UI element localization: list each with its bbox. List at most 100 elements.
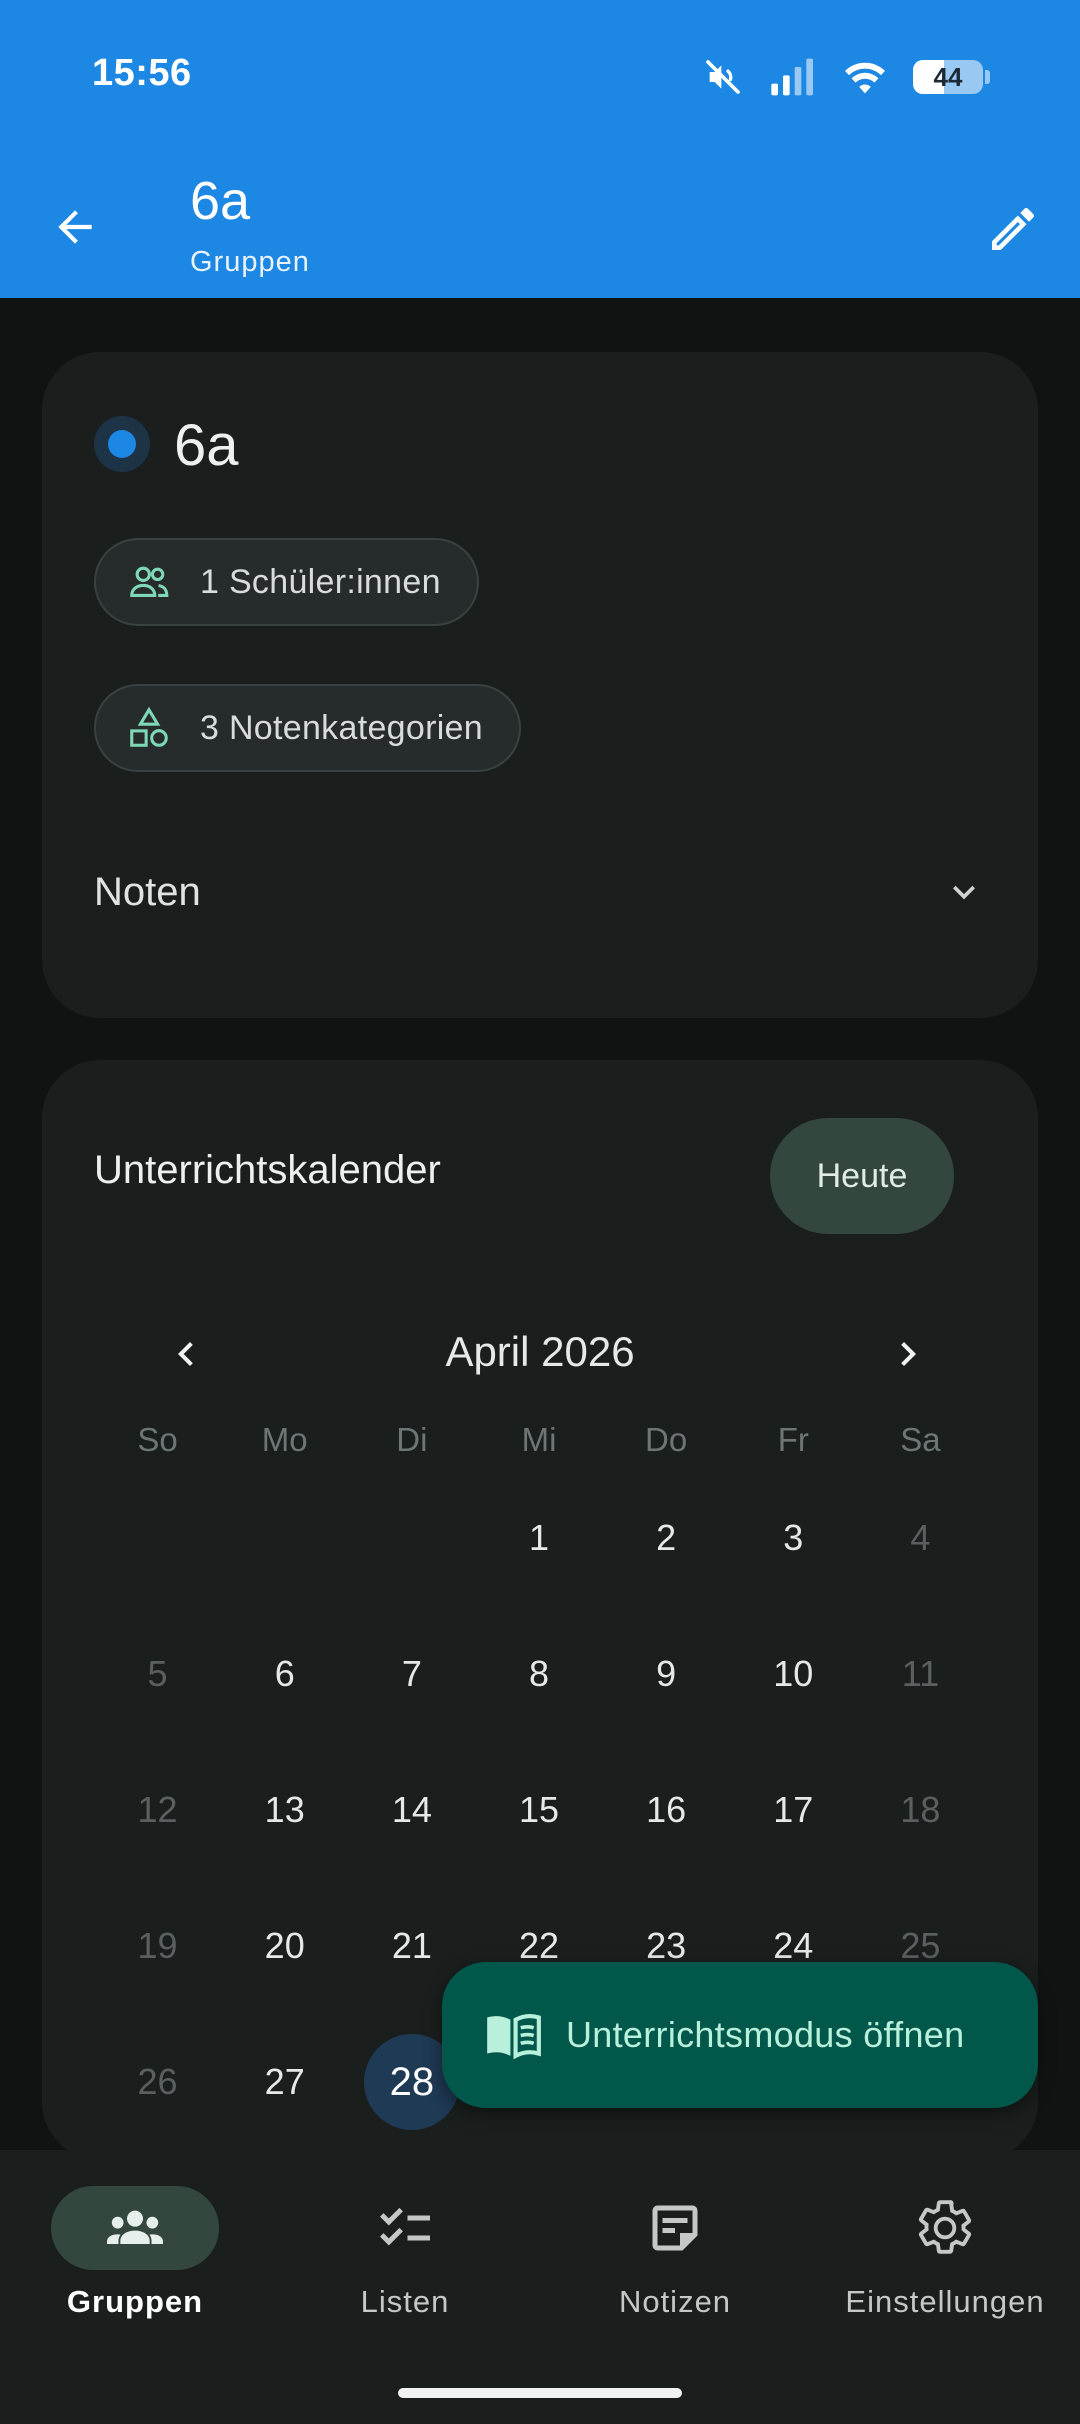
grades-expander[interactable]: Noten <box>94 852 986 932</box>
nav-notes-indicator <box>591 2186 759 2270</box>
students-chip[interactable]: 1 Schüler:innen <box>94 538 479 626</box>
open-teaching-mode-button[interactable]: Unterrichtsmodus öffnen <box>442 1962 1038 2108</box>
weekday-label: Mi <box>521 1421 557 1458</box>
page-title: 6a <box>190 171 251 231</box>
battery-icon: 44 <box>913 60 983 94</box>
calendar-day-number: 20 <box>264 1925 305 1966</box>
groups-icon <box>107 2210 163 2244</box>
book-open-icon <box>487 2014 541 2060</box>
calendar-day-number: 27 <box>264 2061 305 2102</box>
calendar-day-number: 26 <box>137 2061 178 2102</box>
weekday-header: So Mo Di Mi Do Fr Sa <box>94 1412 984 1468</box>
calendar-day-number: 10 <box>773 1653 814 1694</box>
calendar-day-number: 8 <box>528 1653 549 1694</box>
calendar-day[interactable]: 13 <box>221 1766 348 1902</box>
nav-lists-indicator <box>321 2186 489 2270</box>
battery-level: 44 <box>933 61 963 92</box>
nav-groups-indicator <box>51 2186 219 2270</box>
people-icon <box>130 566 169 597</box>
calendar-day[interactable]: 10 <box>730 1630 857 1766</box>
calendar-day-number: 9 <box>656 1653 677 1694</box>
calendar-day-number: 2 <box>656 1517 677 1558</box>
group-color-dot <box>94 416 150 472</box>
calendar-day[interactable]: 6 <box>221 1630 348 1766</box>
calendar-day[interactable]: 1 <box>475 1494 602 1630</box>
weekday-label: Di <box>396 1421 428 1458</box>
categories-chip-label: 3 Notenkategorien <box>200 708 483 747</box>
calendar-blank <box>94 1494 221 1630</box>
calendar-title: Unterrichtskalender <box>94 1148 441 1192</box>
grades-label: Noten <box>94 869 201 914</box>
calendar-day[interactable]: 19 <box>94 1902 221 2038</box>
calendar-day-number: 12 <box>137 1789 178 1830</box>
nav-groups[interactable]: Gruppen <box>0 2186 270 2386</box>
nav-groups-label: Gruppen <box>66 2284 204 2319</box>
chevron-down-icon <box>953 885 975 900</box>
nav-lists-label: Listen <box>360 2284 450 2319</box>
calendar-blank <box>348 1494 475 1630</box>
calendar-day[interactable]: 9 <box>603 1630 730 1766</box>
gear-icon <box>918 2200 972 2254</box>
weekday-label: Fr <box>777 1421 809 1458</box>
calendar-day[interactable]: 15 <box>475 1766 602 1902</box>
home-indicator[interactable] <box>398 2388 682 2398</box>
group-card: 6a 1 Schüler:innen 3 Notenkategorien Not… <box>42 352 1038 1018</box>
weekday-label: So <box>137 1421 178 1458</box>
weekday-label: Mo <box>261 1421 308 1458</box>
calendar-day-number: 14 <box>391 1789 432 1830</box>
arrow-back-icon <box>58 210 92 244</box>
calendar-day[interactable]: 11 <box>857 1630 984 1766</box>
back-button[interactable] <box>40 192 110 262</box>
nav-settings-indicator <box>861 2186 1029 2270</box>
next-month-button[interactable] <box>868 1314 948 1394</box>
status-time: 15:56 <box>92 52 192 94</box>
students-chip-label: 1 Schüler:innen <box>200 562 441 601</box>
calendar-day-number: 19 <box>137 1925 178 1966</box>
weekday-label: Sa <box>900 1421 941 1458</box>
nav-settings-label: Einstellungen <box>845 2284 1045 2319</box>
calendar-day-number: 7 <box>401 1653 422 1694</box>
calendar-blank <box>221 1494 348 1630</box>
nav-lists[interactable]: Listen <box>270 2186 540 2386</box>
calendar-day[interactable]: 14 <box>348 1766 475 1902</box>
open-teaching-mode-label: Unterrichtsmodus öffnen <box>566 2014 965 2055</box>
today-button[interactable]: Heute <box>770 1118 954 1234</box>
calendar-day-number: 21 <box>391 1925 432 1966</box>
edit-button[interactable] <box>976 192 1050 266</box>
calendar-day-number: 6 <box>274 1653 295 1694</box>
calendar-day-number: 11 <box>901 1653 940 1694</box>
group-name: 6a <box>174 413 239 478</box>
nav-notes[interactable]: Notizen <box>540 2186 810 2386</box>
note-icon <box>652 2205 698 2251</box>
chevron-right-icon <box>901 1342 916 1366</box>
calendar-day-number: 13 <box>264 1789 305 1830</box>
bottom-navigation: Gruppen Listen Notizen Einstellungen <box>0 2150 1080 2424</box>
calendar-day-number: 16 <box>646 1789 687 1830</box>
calendar-day[interactable]: 17 <box>730 1766 857 1902</box>
calendar-day[interactable]: 8 <box>475 1630 602 1766</box>
calendar-day[interactable]: 5 <box>94 1630 221 1766</box>
calendar-day-number: 15 <box>518 1789 559 1830</box>
categories-chip[interactable]: 3 Notenkategorien <box>94 684 521 772</box>
checklist-icon <box>380 2207 430 2246</box>
calendar-day[interactable]: 2 <box>603 1494 730 1630</box>
calendar-day-number: 1 <box>528 1517 549 1558</box>
calendar-day[interactable]: 4 <box>857 1494 984 1630</box>
calendar-day-number: 17 <box>773 1789 814 1830</box>
calendar-day[interactable]: 12 <box>94 1766 221 1902</box>
calendar-day[interactable]: 7 <box>348 1630 475 1766</box>
month-navigation: April 2026 <box>42 1314 1038 1394</box>
calendar-day[interactable]: 18 <box>857 1766 984 1902</box>
mute-icon <box>706 60 740 94</box>
calendar-day-number: 4 <box>910 1517 931 1558</box>
calendar-day-number: 3 <box>783 1517 804 1558</box>
nav-notes-label: Notizen <box>618 2284 732 2319</box>
app-bar: 15:56 44 6a Gruppen <box>0 0 1080 298</box>
calendar-day[interactable]: 16 <box>603 1766 730 1902</box>
pencil-icon <box>992 207 1035 250</box>
calendar-day-number: 5 <box>147 1653 168 1694</box>
wifi-icon <box>845 62 885 94</box>
nav-settings[interactable]: Einstellungen <box>810 2186 1080 2386</box>
calendar-day[interactable]: 20 <box>221 1902 348 2038</box>
calendar-day[interactable]: 3 <box>730 1494 857 1630</box>
